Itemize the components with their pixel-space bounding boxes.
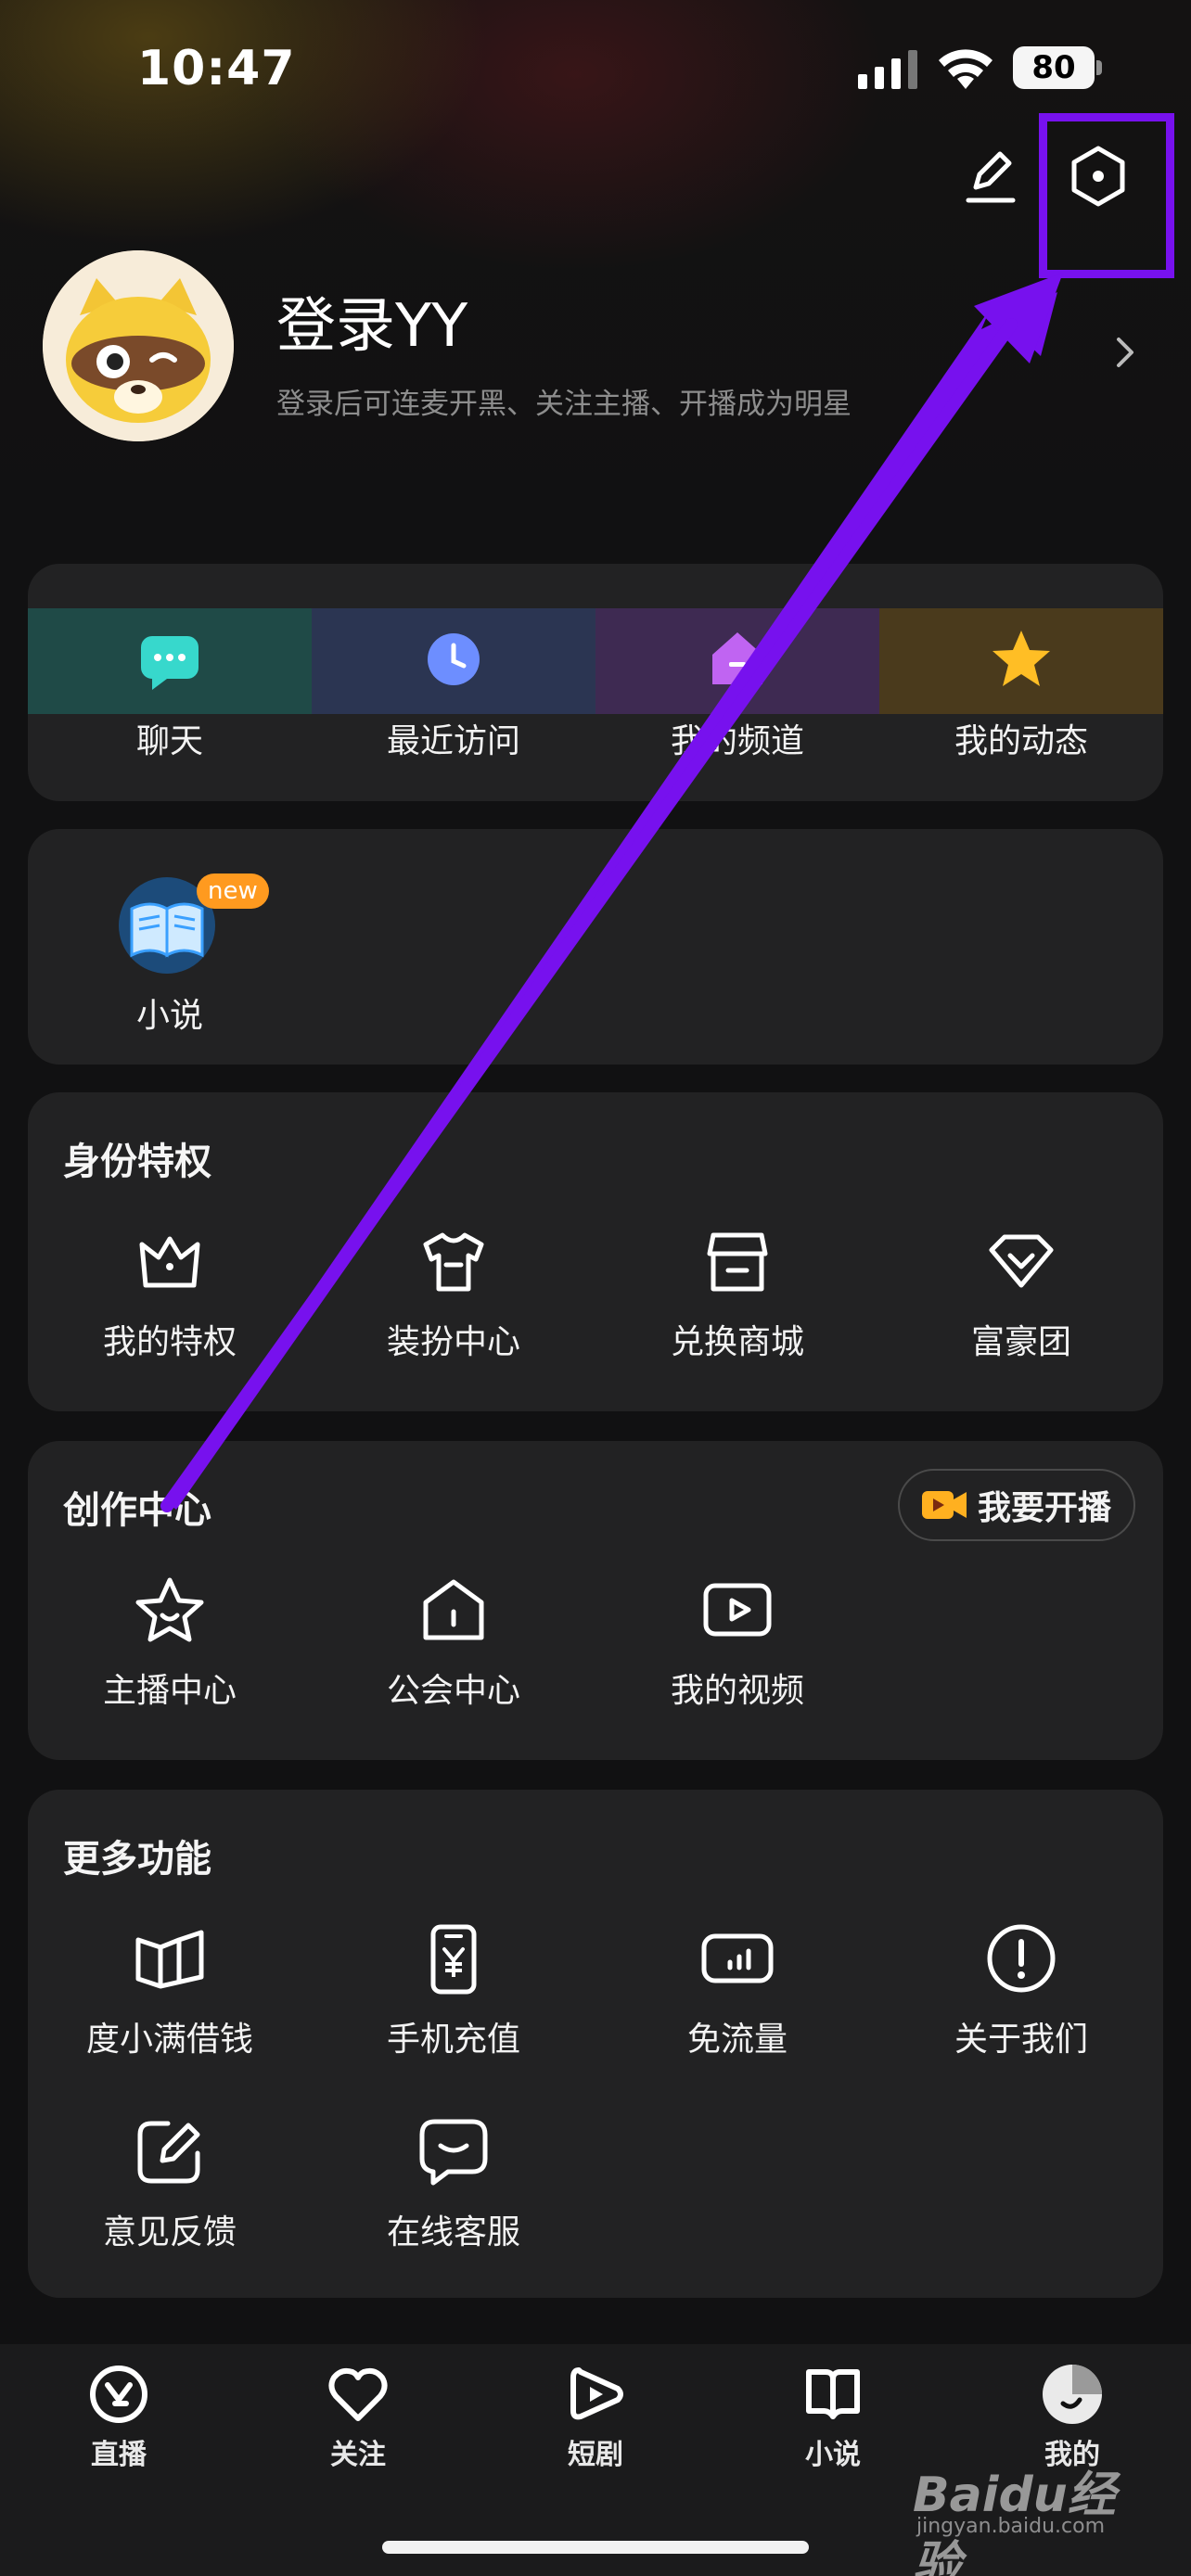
start-live-label: 我要开播 bbox=[977, 1489, 1111, 1527]
more-label: 在线客服 bbox=[386, 2213, 520, 2251]
video-camera-icon bbox=[921, 1491, 967, 1519]
raccoon-mascot-icon bbox=[43, 250, 234, 441]
quick-action-label: 最近访问 bbox=[386, 722, 520, 760]
more-label: 度小满借钱 bbox=[85, 2021, 253, 2059]
status-time: 10:47 bbox=[137, 41, 296, 96]
play-icon bbox=[570, 2367, 623, 2420]
creator-item-anchor-center[interactable]: 主播中心 bbox=[28, 1571, 312, 1712]
video-play-icon bbox=[703, 1583, 772, 1637]
profile-tab-icon bbox=[1043, 2365, 1102, 2424]
battery-level: 80 bbox=[1013, 46, 1095, 89]
quick-action-channel[interactable]: 我的频道 bbox=[596, 608, 879, 762]
tab-live[interactable]: 直播 bbox=[45, 2363, 193, 2472]
creator-label: 主播中心 bbox=[102, 1672, 237, 1710]
baidu-watermark: Baidu经验 jingyan.baidu.com bbox=[913, 2455, 1163, 2576]
privilege-label: 我的特权 bbox=[102, 1323, 237, 1361]
tab-novel[interactable]: 小说 bbox=[759, 2363, 907, 2472]
star-icon bbox=[992, 631, 1050, 686]
shirt-icon bbox=[423, 1232, 484, 1292]
chat-bubble-icon bbox=[141, 636, 198, 690]
quick-action-chat[interactable]: 聊天 bbox=[28, 608, 312, 762]
status-bar: 10:47 80 bbox=[0, 0, 1191, 139]
chat-service-icon bbox=[419, 2119, 488, 2186]
login-subtitle: 登录后可连麦开黑、关注主播、开播成为明星 bbox=[276, 388, 852, 421]
edit-profile-button[interactable] bbox=[961, 145, 1020, 206]
phone-yuan-icon bbox=[430, 1924, 477, 1995]
more-title: 更多功能 bbox=[63, 1838, 211, 1881]
live-y-icon bbox=[90, 2366, 147, 2423]
new-badge: new bbox=[197, 874, 269, 909]
privilege-title: 身份特权 bbox=[63, 1141, 211, 1183]
more-item-free-data[interactable]: 免流量 bbox=[596, 1919, 879, 2060]
tab-label: 关注 bbox=[330, 2439, 386, 2471]
novel-entry[interactable]: new 小说 bbox=[28, 872, 312, 1037]
login-title[interactable]: 登录YY bbox=[276, 278, 467, 363]
book-tab-icon bbox=[806, 2369, 860, 2419]
more-item-recharge[interactable]: 手机充值 bbox=[312, 1919, 596, 2060]
heart-icon bbox=[328, 2367, 388, 2421]
more-item-customer-service[interactable]: 在线客服 bbox=[312, 2112, 596, 2253]
guild-house-icon bbox=[423, 1579, 484, 1640]
creator-item-guild-center[interactable]: 公会中心 bbox=[312, 1571, 596, 1712]
clock-icon bbox=[428, 633, 480, 685]
privilege-item-my-privilege[interactable]: 我的特权 bbox=[28, 1222, 312, 1363]
info-exclamation-icon bbox=[987, 1924, 1056, 1993]
creator-item-my-videos[interactable]: 我的视频 bbox=[596, 1571, 879, 1712]
tab-label: 短剧 bbox=[568, 2439, 623, 2471]
privilege-item-exchange-store[interactable]: 兑换商城 bbox=[596, 1222, 879, 1363]
home-indicator[interactable] bbox=[382, 2541, 809, 2554]
tab-label: 小说 bbox=[805, 2439, 861, 2471]
wifi-icon bbox=[939, 49, 992, 89]
more-item-feedback[interactable]: 意见反馈 bbox=[28, 2112, 312, 2253]
crown-icon bbox=[139, 1236, 200, 1288]
chevron-right-icon[interactable] bbox=[1109, 332, 1141, 373]
creator-label: 公会中心 bbox=[386, 1672, 520, 1710]
avatar[interactable] bbox=[43, 250, 234, 441]
watermark-site: jingyan.baidu.com bbox=[916, 2515, 1106, 2538]
more-label: 手机充值 bbox=[386, 2021, 520, 2059]
more-label: 免流量 bbox=[686, 2021, 788, 2059]
quick-action-label: 聊天 bbox=[135, 722, 203, 760]
open-book-icon bbox=[135, 1930, 204, 1989]
quick-action-label: 我的频道 bbox=[670, 722, 804, 760]
tab-label: 直播 bbox=[91, 2439, 147, 2471]
settings-highlight-box bbox=[1039, 113, 1174, 278]
start-live-button[interactable]: 我要开播 bbox=[898, 1469, 1135, 1541]
quick-action-label: 我的动态 bbox=[954, 722, 1088, 760]
tab-short-drama[interactable]: 短剧 bbox=[521, 2363, 670, 2472]
quick-action-moments[interactable]: 我的动态 bbox=[879, 608, 1163, 762]
privilege-label: 兑换商城 bbox=[670, 1323, 804, 1361]
quick-action-recent[interactable]: 最近访问 bbox=[312, 608, 596, 762]
battery-indicator: 80 bbox=[1013, 46, 1102, 89]
edit-square-icon bbox=[137, 2121, 200, 2184]
tab-follow[interactable]: 关注 bbox=[284, 2363, 432, 2472]
cellular-signal-icon bbox=[858, 50, 917, 89]
creator-title: 创作中心 bbox=[63, 1489, 211, 1532]
novel-label: 小说 bbox=[135, 997, 203, 1035]
smile-star-icon bbox=[135, 1577, 204, 1642]
house-icon bbox=[712, 632, 762, 684]
more-item-loan[interactable]: 度小满借钱 bbox=[28, 1919, 312, 2060]
store-icon bbox=[707, 1232, 768, 1292]
data-chart-icon bbox=[701, 1933, 774, 1983]
privilege-item-dress-up[interactable]: 装扮中心 bbox=[312, 1222, 596, 1363]
more-label: 意见反馈 bbox=[102, 2213, 237, 2251]
privilege-label: 装扮中心 bbox=[386, 1323, 520, 1361]
diamond-icon bbox=[989, 1234, 1054, 1288]
more-item-about[interactable]: 关于我们 bbox=[879, 1919, 1163, 2060]
privilege-item-rich-group[interactable]: 富豪团 bbox=[879, 1222, 1163, 1363]
privilege-label: 富豪团 bbox=[970, 1323, 1071, 1361]
more-label: 关于我们 bbox=[954, 2021, 1088, 2059]
creator-label: 我的视频 bbox=[670, 1672, 804, 1710]
